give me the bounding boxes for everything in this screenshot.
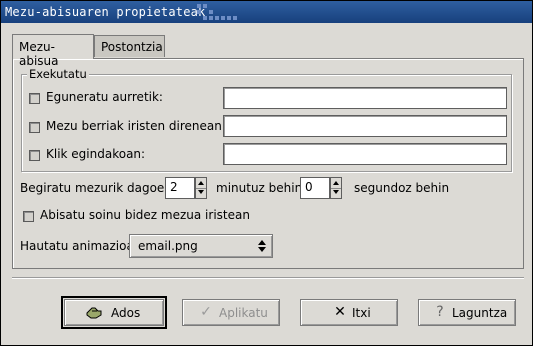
ok-hand-icon <box>85 304 103 321</box>
ok-button[interactable]: Ados <box>61 296 167 329</box>
separator <box>12 277 524 279</box>
sound-label: Abisatu soinu bidez mezua iristean <box>40 208 250 222</box>
spin-down-icon[interactable] <box>196 188 206 198</box>
tab-label: Postontzia <box>101 40 163 54</box>
eguneratu-aurretik-label: Eguneratu aurretik: <box>46 90 163 104</box>
window-title: Mezu-abisuaren propietateak <box>5 5 206 19</box>
minutes-spin-input[interactable]: 2 <box>165 177 195 199</box>
sound-checkbox[interactable] <box>23 211 34 222</box>
animation-label: Hautatu animazioa <box>20 239 134 253</box>
mezu-berriak-label: Mezu berriak iristen direnean: <box>46 119 226 133</box>
apply-button[interactable]: ✓ Aplikatu <box>182 299 280 326</box>
help-question-icon: ? <box>436 304 444 320</box>
titlebar-decoration <box>197 4 241 22</box>
tab-postontzia[interactable]: Postontzia <box>94 35 165 57</box>
mezu-berriak-checkbox[interactable] <box>29 122 40 133</box>
klik-egindakoan-label: Klik egindakoan: <box>46 147 146 161</box>
tab-label: Mezu-abisua <box>19 40 59 68</box>
minutes-label: minutuz behin <box>216 181 303 195</box>
help-button-label: Laguntza <box>452 306 508 320</box>
spin-down-icon[interactable] <box>331 188 341 198</box>
dialog-window: Mezu-abisuaren propietateak Mezu-abisua … <box>0 0 533 346</box>
exekutatu-frame-label: Exekutatu <box>27 67 89 81</box>
checkmark-icon: ✓ <box>200 304 212 320</box>
animation-selected-value: email.png <box>138 239 198 253</box>
ok-button-label: Ados <box>111 306 141 320</box>
tab-mezu-abisua[interactable]: Mezu-abisua <box>12 34 94 68</box>
interval-prefix-label: Begiratu mezurik dagoen <box>20 181 172 195</box>
seconds-spin-buttons[interactable] <box>330 177 342 199</box>
updown-arrows-icon <box>258 240 266 252</box>
title-bar[interactable]: Mezu-abisuaren propietateak <box>1 1 532 23</box>
help-button[interactable]: ? Laguntza <box>418 299 516 326</box>
klik-egindakoan-input[interactable] <box>223 143 507 165</box>
close-button-label: Itxi <box>352 306 371 320</box>
apply-button-label: Aplikatu <box>219 306 268 320</box>
seconds-label: segundoz behin <box>354 181 450 195</box>
klik-egindakoan-checkbox[interactable] <box>29 150 40 161</box>
eguneratu-aurretik-checkbox[interactable] <box>29 93 40 104</box>
seconds-spin-input[interactable]: 0 <box>300 177 330 199</box>
mezu-berriak-input[interactable] <box>223 115 507 137</box>
eguneratu-aurretik-input[interactable] <box>223 87 507 109</box>
close-x-icon: ✕ <box>334 304 346 320</box>
animation-select[interactable]: email.png <box>129 234 273 258</box>
minutes-spin-buttons[interactable] <box>195 177 207 199</box>
close-button[interactable]: ✕ Itxi <box>300 299 398 326</box>
